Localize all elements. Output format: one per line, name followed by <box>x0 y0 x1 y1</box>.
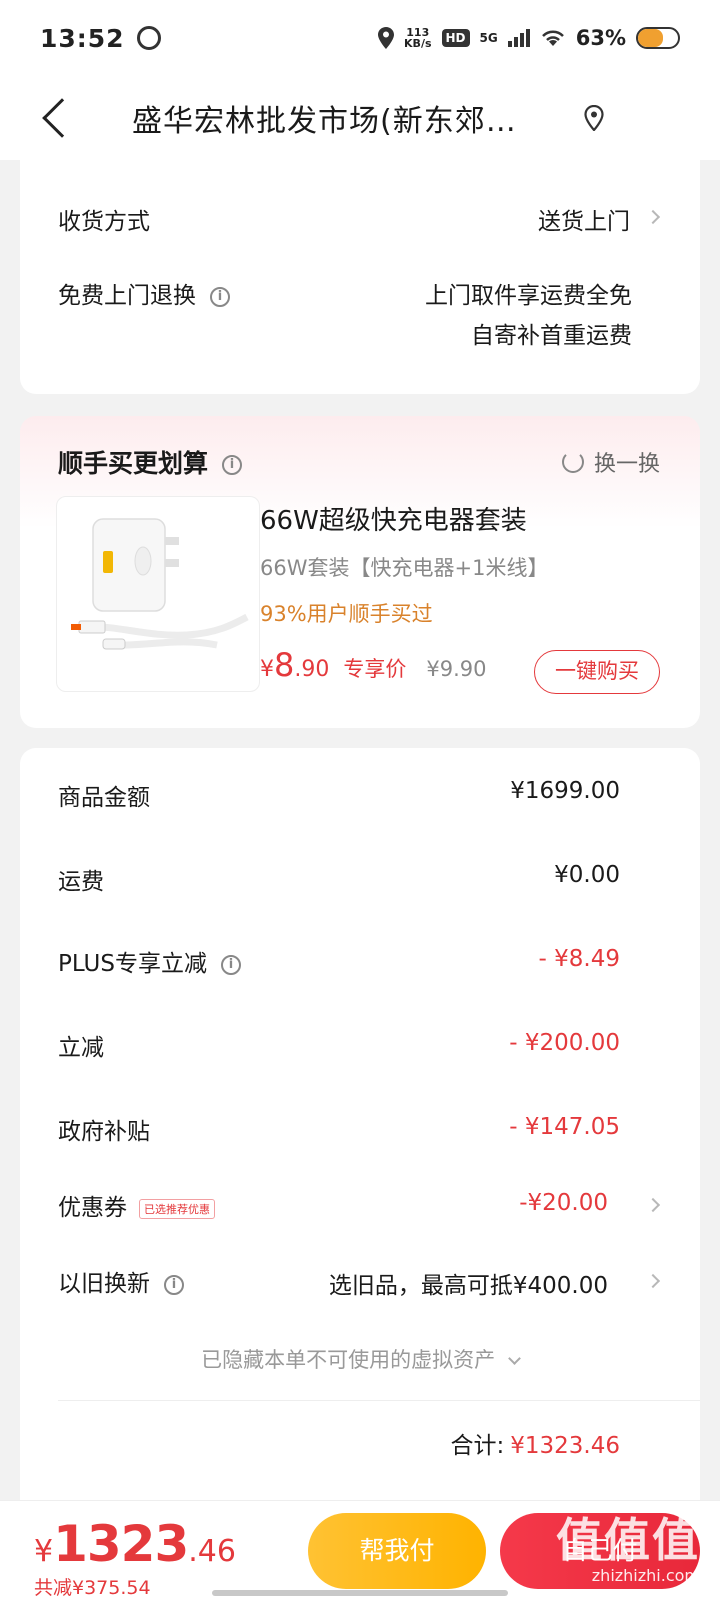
goods-amount-label: 商品金额 <box>58 785 150 811</box>
trade-in-row[interactable]: 以旧换新 i <box>58 1264 184 1298</box>
chevron-right-icon[interactable] <box>645 1273 661 1289</box>
addon-title: 顺手买更划算 <box>58 449 209 478</box>
total-saved: 共减¥375.54 <box>34 1577 151 1599</box>
delivery-method-value[interactable]: 送货上门 <box>538 202 630 236</box>
hidden-assets-toggle[interactable]: 已隐藏本单不可使用的虚拟资产 <box>20 1344 700 1374</box>
status-bar: 13:52 113 KB/s HD 5G 63% <box>0 0 720 76</box>
original-price: ¥9.90 <box>426 657 487 681</box>
swap-button[interactable]: 换一换 <box>561 446 660 478</box>
delivery-method-label: 收货方式 <box>58 209 150 235</box>
plus-discount-label: PLUS专享立减 <box>58 951 207 977</box>
delivery-card: 收货方式 送货上门 免费上门退换 i 上门取件享运费全免 自寄补首重运费 <box>20 158 700 394</box>
price-decimal: .90 <box>294 657 330 682</box>
charger-image <box>71 518 249 650</box>
plus-discount-value: - ¥8.49 <box>538 946 620 972</box>
net-speed-unit: KB/s <box>404 37 432 50</box>
location-status-icon <box>378 27 395 49</box>
free-return-label: 免费上门退换 <box>58 283 196 309</box>
home-indicator[interactable] <box>212 1590 508 1596</box>
signal-icon <box>507 29 530 47</box>
price-integer: 8 <box>274 646 295 684</box>
one-click-buy-button[interactable]: 一键购买 <box>534 650 660 694</box>
battery-percent: 63% <box>575 26 626 50</box>
total-row: 合计: ¥1323.46 <box>451 1426 621 1460</box>
trade-in-label: 以旧换新 <box>58 1271 150 1297</box>
refresh-icon <box>561 451 584 473</box>
addon-title-row: 顺手买更划算 i <box>58 444 243 480</box>
shipping-value: ¥0.00 <box>554 862 620 888</box>
free-return-line2: 自寄补首重运费 <box>471 323 632 349</box>
goods-amount-value: ¥1699.00 <box>510 778 620 804</box>
product-image[interactable] <box>56 496 260 692</box>
hd-badge: HD <box>441 29 470 47</box>
final-price-integer: 1323 <box>53 1515 189 1573</box>
coupon-selected-tag: 已选推荐优惠 <box>139 1198 215 1219</box>
coupon-value[interactable]: -¥20.00 <box>519 1190 608 1216</box>
battery-icon <box>636 27 680 49</box>
nav-bar: 盛华宏林批发市场(新东郊… <box>0 76 720 160</box>
final-price-currency: ¥ <box>34 1534 54 1569</box>
info-icon[interactable]: i <box>164 1274 184 1295</box>
chevron-right-icon[interactable] <box>645 1197 661 1213</box>
divider <box>58 1400 700 1401</box>
instant-discount-label: 立减 <box>58 1035 104 1061</box>
shipping-label: 运费 <box>58 869 104 895</box>
trade-in-value[interactable]: 选旧品，最高可抵¥400.00 <box>329 1266 608 1300</box>
instant-discount-value: - ¥200.00 <box>509 1030 620 1056</box>
status-time: 13:52 <box>40 23 125 53</box>
addon-card: 顺手买更划算 i 换一换 66W超级快充电器套装 66W套装【快充电器+1米线】 … <box>20 416 700 728</box>
total-label: 合计: <box>450 1433 505 1459</box>
product-price: ¥ 8 .90 专享价 ¥9.90 <box>260 646 486 684</box>
exclusive-price-label: 专享价 <box>343 657 407 681</box>
back-arrow-icon[interactable] <box>42 98 82 138</box>
chevron-down-icon <box>507 1352 521 1365</box>
swap-label: 换一换 <box>593 452 660 477</box>
gov-subsidy-label: 政府补贴 <box>58 1119 150 1145</box>
status-indicators: 113 KB/s HD 5G 63% <box>378 26 680 50</box>
price-currency: ¥ <box>260 657 274 682</box>
hidden-assets-note: 已隐藏本单不可使用的虚拟资产 <box>201 1348 496 1372</box>
final-price: ¥ 1323 .46 <box>34 1515 236 1573</box>
product-name[interactable]: 66W超级快充电器套装 <box>260 500 527 537</box>
coupon-row[interactable]: 优惠券 已选推荐优惠 <box>58 1188 215 1222</box>
price-summary-card: 商品金额 ¥1699.00 运费 ¥0.00 PLUS专享立减 i - ¥8.49… <box>20 748 700 1568</box>
page-title: 盛华宏林批发市场(新东郊… <box>132 104 517 139</box>
product-spec: 66W套装【快充电器+1米线】 <box>260 556 549 580</box>
bottom-action-bar: ¥ 1323 .46 共减¥375.54 帮我付 自己付 <box>0 1500 720 1600</box>
help-me-pay-button[interactable]: 帮我付 <box>308 1513 486 1589</box>
pay-myself-button[interactable]: 自己付 <box>500 1513 700 1589</box>
gov-subsidy-value: - ¥147.05 <box>509 1114 620 1140</box>
coupon-label: 优惠券 <box>58 1195 127 1221</box>
info-icon[interactable]: i <box>222 455 243 475</box>
social-proof: 93%用户顺手买过 <box>260 602 433 626</box>
final-price-decimal: .46 <box>188 1534 236 1569</box>
network-type: 5G <box>479 31 498 45</box>
free-return-line1: 上门取件享运费全免 <box>425 283 632 309</box>
location-pin-icon[interactable] <box>584 105 604 131</box>
chevron-right-icon[interactable] <box>645 209 661 225</box>
total-value: ¥1323.46 <box>510 1433 620 1459</box>
net-speed: 113 KB/s <box>404 27 431 49</box>
info-icon[interactable]: i <box>210 286 230 307</box>
plus-discount-row: PLUS专享立减 i <box>58 944 241 978</box>
app-notification-icon <box>136 26 161 50</box>
info-icon[interactable]: i <box>220 954 241 975</box>
wifi-icon <box>541 30 564 46</box>
free-return-row: 免费上门退换 i <box>58 276 230 310</box>
